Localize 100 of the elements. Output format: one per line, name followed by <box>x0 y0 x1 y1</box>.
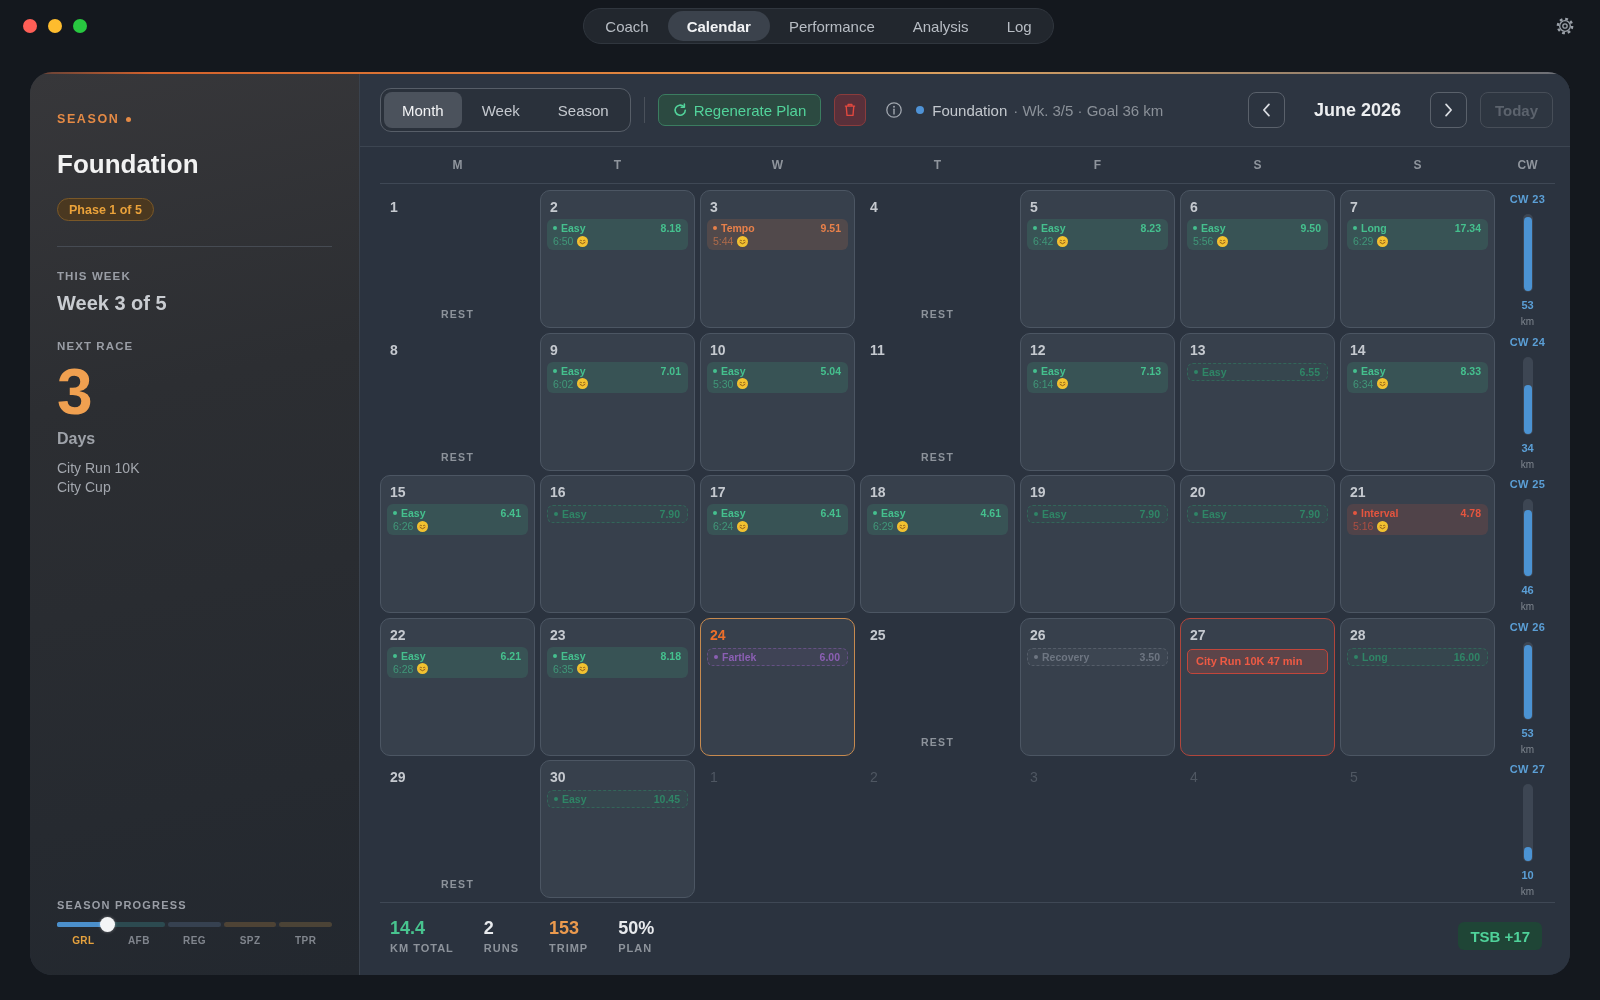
weekly-distance: 10 <box>1521 869 1534 882</box>
day-cell[interactable]: 22 Easy 6.21 6:28 <box>380 617 535 756</box>
workout-distance: 6.41 <box>500 507 521 519</box>
workout-distance: 5.04 <box>820 364 841 377</box>
window-minimize-button[interactable] <box>48 19 62 33</box>
day-cell[interactable]: 27 City Run 10K 47 min <box>1180 617 1335 756</box>
workout-chip[interactable]: Easy 4.61 6:29 <box>867 504 1008 535</box>
workout-chip[interactable]: Easy 8.18 6:50 <box>547 219 688 250</box>
day-cell[interactable]: 28 Long 16.00 <box>1340 617 1495 756</box>
workout-chip[interactable]: Easy 8.33 6:34 <box>1347 361 1488 393</box>
workout-type: Easy <box>561 222 586 234</box>
regenerate-plan-button[interactable]: Regenerate Plan <box>657 94 822 126</box>
workout-pace: 5:30 <box>713 377 734 390</box>
workout-type: Long <box>1362 650 1388 663</box>
phase-label: AFB <box>128 935 150 947</box>
delete-button[interactable] <box>834 94 867 126</box>
workout-pace: 6:02 <box>553 377 574 390</box>
nav-tab[interactable]: Performance <box>769 11 894 41</box>
day-cell[interactable]: 18 Easy 4.61 6:29 <box>860 475 1015 613</box>
day-cell[interactable]: 3 Tempo 9.51 5:44 <box>700 190 855 328</box>
view-tab[interactable]: Season <box>539 92 627 128</box>
day-cell[interactable]: 21 Interval 4.78 5:16 <box>1340 475 1495 613</box>
day-cell[interactable]: 9 Easy 7.01 6:02 <box>540 332 695 471</box>
day-cell[interactable]: 15 Easy 6.41 6:26 <box>380 475 535 613</box>
smiley-icon <box>897 520 909 532</box>
workout-chip[interactable]: Easy 5.04 5:30 <box>707 361 848 393</box>
smiley-icon <box>737 520 749 532</box>
workout-pace: 5:16 <box>1353 520 1374 532</box>
workout-distance: 6.55 <box>1299 365 1320 378</box>
workout-distance: 7.90 <box>1299 508 1320 520</box>
smiley-icon <box>1057 235 1069 247</box>
workout-distance: 16.00 <box>1453 650 1480 663</box>
day-cell[interactable]: 2 Easy 8.18 6:50 <box>540 190 695 328</box>
workout-chip[interactable]: Easy 6.21 6:28 <box>387 646 528 678</box>
rest-label: REST <box>920 735 955 748</box>
workout-pace: 5:44 <box>713 235 734 247</box>
nav-tab[interactable]: Analysis <box>893 11 988 41</box>
day-number: 29 <box>389 769 406 785</box>
day-cell[interactable]: 13 Easy 6.55 <box>1180 332 1335 471</box>
settings-icon[interactable] <box>1555 16 1575 36</box>
day-cell[interactable]: 30 Easy 10.45 <box>540 760 695 898</box>
chevron-right-icon <box>1444 103 1453 117</box>
workout-chip[interactable]: Easy 8.18 6:35 <box>547 646 688 678</box>
window-zoom-button[interactable] <box>73 19 87 33</box>
smiley-icon <box>577 663 589 674</box>
week-number-label: CW 27 <box>1509 763 1546 776</box>
unit-label: km <box>1520 601 1535 613</box>
day-cell[interactable]: 10 Easy 5.04 5:30 <box>700 332 855 471</box>
day-cell[interactable]: 12 Easy 7.13 6:14 <box>1020 332 1175 471</box>
day-cell[interactable]: 20 Easy 7.90 <box>1180 475 1335 613</box>
workout-type: Easy <box>561 364 586 377</box>
workout-chip[interactable]: Easy 9.50 5:56 <box>1187 219 1328 250</box>
day-cell[interactable]: 24 Fartlek 6.00 <box>700 617 855 756</box>
workout-distance: 6.41 <box>820 507 841 519</box>
day-cell[interactable]: 5 Easy 8.23 6:42 <box>1020 190 1175 328</box>
workout-pace: 6:29 <box>873 520 894 532</box>
weekday-label: S <box>1413 158 1422 172</box>
day-number: 12 <box>1029 341 1046 358</box>
workout-chip[interactable]: Easy 6.41 6:24 <box>707 504 848 535</box>
previous-month-button[interactable] <box>1248 92 1285 128</box>
day-cell[interactable]: 23 Easy 8.18 6:35 <box>540 617 695 756</box>
workout-type: Interval <box>1361 507 1399 519</box>
day-cell[interactable]: 6 Easy 9.50 5:56 <box>1180 190 1335 328</box>
view-tab[interactable]: Month <box>384 92 462 128</box>
smiley-icon <box>1057 378 1069 389</box>
countdown-unit: Days <box>57 429 96 449</box>
workout-chip[interactable]: Long 17.34 6:29 <box>1347 219 1488 250</box>
workout-chip[interactable]: Easy 7.01 6:02 <box>547 361 688 393</box>
progress-handle[interactable] <box>99 917 115 932</box>
workout-pace: 6:26 <box>393 520 414 532</box>
unit-label: km <box>1520 743 1535 756</box>
day-number: 22 <box>389 626 406 643</box>
unit-label: km <box>1520 316 1535 328</box>
workout-distance: 8.23 <box>1140 222 1161 234</box>
workout-type: Easy <box>1361 364 1386 377</box>
day-cell[interactable]: 14 Easy 8.33 6:34 <box>1340 332 1495 471</box>
workout-pace: 6:50 <box>553 235 574 247</box>
nav-tab[interactable]: Coach <box>586 11 668 41</box>
workout-distance: 8.18 <box>660 222 681 234</box>
workout-chip[interactable]: Easy 7.13 6:14 <box>1027 361 1168 393</box>
next-month-button[interactable] <box>1430 92 1467 128</box>
stat-label: TRIMP <box>549 941 589 955</box>
day-cell[interactable]: 16 Easy 7.90 <box>540 475 695 613</box>
smiley-icon <box>577 235 589 247</box>
window-close-button[interactable] <box>23 19 37 33</box>
info-icon[interactable] <box>886 102 903 118</box>
day-cell[interactable]: 7 Long 17.34 6:29 <box>1340 190 1495 328</box>
day-number: 11 <box>869 341 885 358</box>
day-number: 30 <box>549 769 566 785</box>
weekly-distance: 34 <box>1521 441 1534 455</box>
phase-label: GRL <box>72 935 95 947</box>
nav-tab[interactable]: Log <box>987 11 1051 41</box>
workout-chip[interactable]: Tempo 9.51 5:44 <box>707 219 848 250</box>
nav-tab[interactable]: Calendar <box>667 11 770 41</box>
workout-chip[interactable]: Easy 8.23 6:42 <box>1027 219 1168 250</box>
day-cell[interactable]: 19 Easy 7.90 <box>1020 475 1175 613</box>
week-number-label: CW 25 <box>1509 478 1546 491</box>
workout-chip[interactable]: Easy 6.41 6:26 <box>387 504 528 535</box>
day-cell[interactable]: 17 Easy 6.41 6:24 <box>700 475 855 613</box>
view-tab[interactable]: Week <box>463 92 538 128</box>
